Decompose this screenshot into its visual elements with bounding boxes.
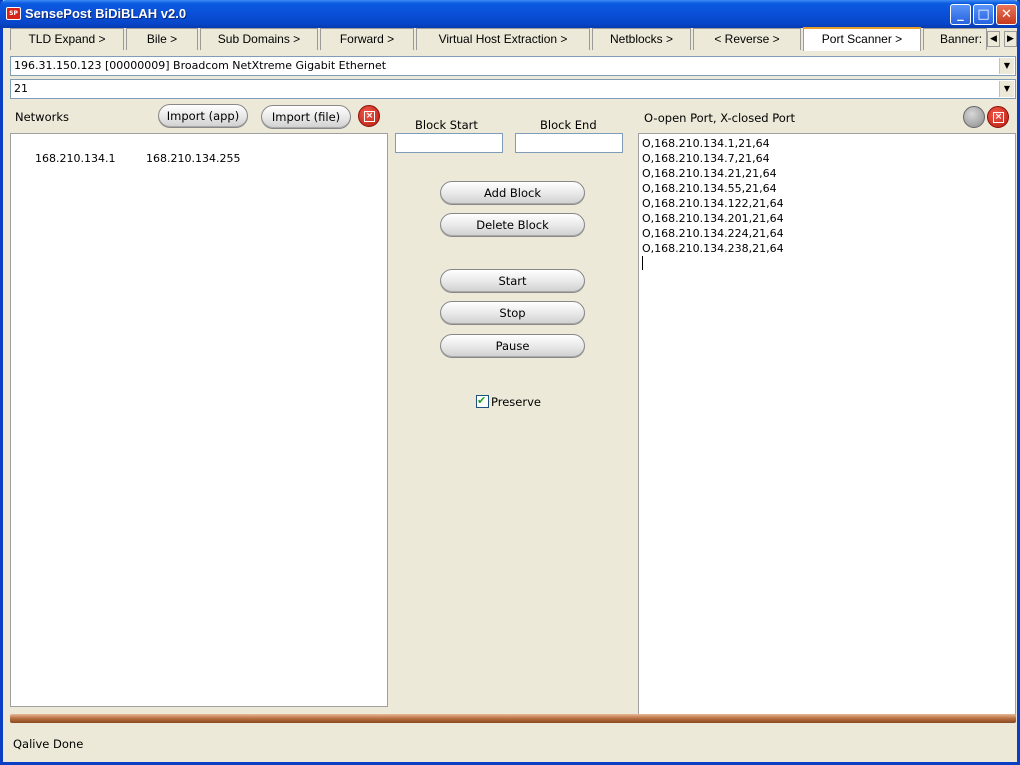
port-select[interactable]: 21 ▼ [10,79,1016,99]
app-window: SP SensePost BiDiBLAH v2.0 _ □ ✕ TLD Exp… [0,0,1020,765]
minimize-button[interactable]: _ [950,4,971,25]
block-start-input[interactable] [395,133,503,153]
result-line: O,168.210.134.238,21,64 [642,242,784,255]
maximize-button[interactable]: □ [973,4,994,25]
tab-scroll-right-icon[interactable]: ▶ [1004,31,1017,47]
preserve-label: Preserve [491,395,541,409]
block-end-input[interactable] [515,133,623,153]
window-title: SensePost BiDiBLAH v2.0 [25,6,187,21]
list-item[interactable]: 168.210.134.1 168.210.134.255 [14,136,384,181]
tab-banner[interactable]: Banner: [923,28,987,50]
tab-strip: TLD Expand > Bile > Sub Domains > Forwar… [8,27,1020,52]
results-label: O-open Port, X-closed Port [644,111,796,125]
interface-select[interactable]: 196.31.150.123 [00000009] Broadcom NetXt… [10,56,1016,76]
add-block-button[interactable]: Add Block [440,181,585,205]
text-cursor [642,256,643,270]
preserve-checkbox[interactable] [476,394,489,408]
tab-bile[interactable]: Bile > [126,28,198,50]
splitter-bar[interactable] [10,714,1016,723]
result-line: O,168.210.134.55,21,64 [642,182,777,195]
block-start-label: Block Start [415,118,478,132]
delete-block-button[interactable]: Delete Block [440,213,585,237]
start-button[interactable]: Start [440,269,585,293]
result-line: O,168.210.134.122,21,64 [642,197,784,210]
network-end: 168.210.134.255 [145,152,241,165]
pause-button[interactable]: Pause [440,334,585,358]
tab-sub-domains[interactable]: Sub Domains > [200,28,318,50]
networks-label: Networks [15,110,70,124]
result-line: O,168.210.134.21,21,64 [642,167,777,180]
filter-icon[interactable] [963,106,985,128]
clear-results-button[interactable]: × [987,106,1009,128]
close-icon: × [364,111,375,122]
chevron-down-icon[interactable]: ▼ [999,81,1014,97]
title-bar[interactable]: SP SensePost BiDiBLAH v2.0 _ □ ✕ [0,0,1020,28]
tab-scroll-left-icon[interactable]: ◀ [987,31,1000,47]
result-line: O,168.210.134.1,21,64 [642,137,770,150]
chevron-down-icon[interactable]: ▼ [999,58,1014,74]
result-line: O,168.210.134.224,21,64 [642,227,784,240]
app-logo-icon: SP [6,7,21,20]
result-line: O,168.210.134.201,21,64 [642,212,784,225]
block-end-label: Block End [540,118,597,132]
result-line: O,168.210.134.7,21,64 [642,152,770,165]
tab-port-scanner[interactable]: Port Scanner > [803,27,921,51]
stop-button[interactable]: Stop [440,301,585,325]
close-button[interactable]: ✕ [996,4,1017,25]
networks-list[interactable]: 168.210.134.1 168.210.134.255 [10,133,388,707]
clear-networks-button[interactable]: × [358,105,380,127]
interface-select-value: 196.31.150.123 [00000009] Broadcom NetXt… [14,59,387,72]
tab-forward[interactable]: Forward > [320,28,414,50]
tab-virtual-host-extraction[interactable]: Virtual Host Extraction > [416,28,590,50]
tab-tld-expand[interactable]: TLD Expand > [10,28,124,50]
port-select-value: 21 [14,82,28,95]
import-file-button[interactable]: Import (file) [261,105,351,129]
close-icon: × [993,112,1004,123]
import-app-button[interactable]: Import (app) [158,104,248,128]
tab-netblocks[interactable]: Netblocks > [592,28,691,50]
results-textarea[interactable]: O,168.210.134.1,21,64 O,168.210.134.7,21… [638,133,1016,715]
network-start: 168.210.134.1 [34,152,116,165]
tab-reverse[interactable]: < Reverse > [693,28,801,50]
status-text: Qalive Done [13,737,84,751]
